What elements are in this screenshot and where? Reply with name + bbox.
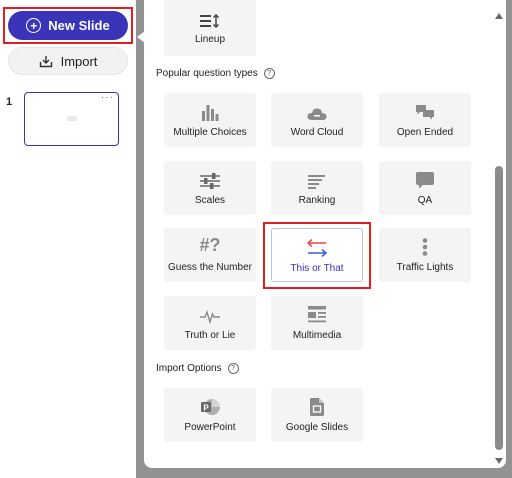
speech-bubble-icon <box>416 161 434 189</box>
tile-label: Multiple Choices <box>173 127 247 138</box>
tile-label: Lineup <box>194 34 226 45</box>
popular-types-heading: Popular question types ? <box>156 68 275 79</box>
new-slide-button[interactable]: + New Slide <box>8 11 128 40</box>
tile-label: Scales <box>194 195 225 206</box>
sliders-icon <box>200 161 220 189</box>
slide-thumbnail[interactable]: ··· <box>24 92 119 146</box>
chat-bubbles-icon <box>415 93 435 121</box>
tile-multiple-choices[interactable]: Multiple Choices <box>164 93 256 147</box>
slide-menu-icon[interactable]: ··· <box>101 93 114 103</box>
tile-word-cloud[interactable]: Word Cloud <box>271 93 363 147</box>
tile-guess-the-number[interactable]: #? Guess the Number <box>164 228 256 282</box>
tile-label: PowerPoint <box>184 422 236 433</box>
plus-circle-icon: + <box>26 18 42 33</box>
slide-preview-content <box>67 116 77 121</box>
app-root: + New Slide Import 1 ··· Lineup Popular … <box>0 0 512 478</box>
tile-open-ended[interactable]: Open Ended <box>379 93 471 147</box>
question-type-popover: Lineup Popular question types ? Multiple… <box>144 0 506 468</box>
tile-lineup[interactable]: Lineup <box>164 0 256 56</box>
tile-google-slides[interactable]: Google Slides <box>271 388 363 442</box>
tile-powerpoint[interactable]: P PowerPoint <box>164 388 256 442</box>
media-layout-icon <box>308 296 326 324</box>
import-options-text: Import Options <box>156 363 222 374</box>
tile-label: Ranking <box>298 195 336 206</box>
slides-sidebar: + New Slide Import 1 ··· <box>0 0 140 478</box>
import-icon <box>39 55 52 67</box>
tile-label: Word Cloud <box>290 127 344 138</box>
vertical-dots-icon <box>422 228 428 256</box>
tile-label: Guess the Number <box>168 262 252 273</box>
tile-label: Google Slides <box>285 422 349 433</box>
tile-qa[interactable]: QA <box>379 161 471 215</box>
import-button[interactable]: Import <box>8 47 128 75</box>
import-options-heading: Import Options ? <box>156 363 239 374</box>
slide-number: 1 <box>6 96 13 108</box>
popular-types-text: Popular question types <box>156 68 258 79</box>
help-icon[interactable]: ? <box>263 68 275 79</box>
tile-ranking[interactable]: Ranking <box>271 161 363 215</box>
tile-truth-or-lie[interactable]: Truth or Lie <box>164 296 256 350</box>
tile-label: Truth or Lie <box>184 330 236 341</box>
new-slide-label: New Slide <box>48 18 110 33</box>
tile-traffic-lights[interactable]: Traffic Lights <box>379 228 471 282</box>
google-slides-icon <box>310 388 324 416</box>
tile-label: Open Ended <box>396 127 454 138</box>
hash-question-icon: #? <box>199 228 220 256</box>
hash-question-glyph: #? <box>199 235 221 255</box>
scrollbar-thumb[interactable] <box>495 166 503 450</box>
import-label: Import <box>60 53 98 69</box>
pulse-icon <box>200 296 220 324</box>
scroll-up-arrow-icon[interactable] <box>495 13 503 19</box>
scroll-down-arrow-icon[interactable] <box>495 458 503 464</box>
bar-chart-icon <box>201 93 219 121</box>
lineup-icon <box>200 0 220 28</box>
tile-label: Traffic Lights <box>396 262 454 273</box>
tile-scales[interactable]: Scales <box>164 161 256 215</box>
tile-label: QA <box>417 195 433 206</box>
tile-multimedia[interactable]: Multimedia <box>271 296 363 350</box>
powerpoint-letter: P <box>203 404 209 413</box>
this-or-that-highlight <box>263 222 371 289</box>
cloud-icon <box>307 93 327 121</box>
powerpoint-icon: P <box>200 388 220 416</box>
ranking-lines-icon <box>308 161 326 189</box>
tile-label: Multimedia <box>292 330 342 341</box>
help-icon[interactable]: ? <box>227 363 239 374</box>
